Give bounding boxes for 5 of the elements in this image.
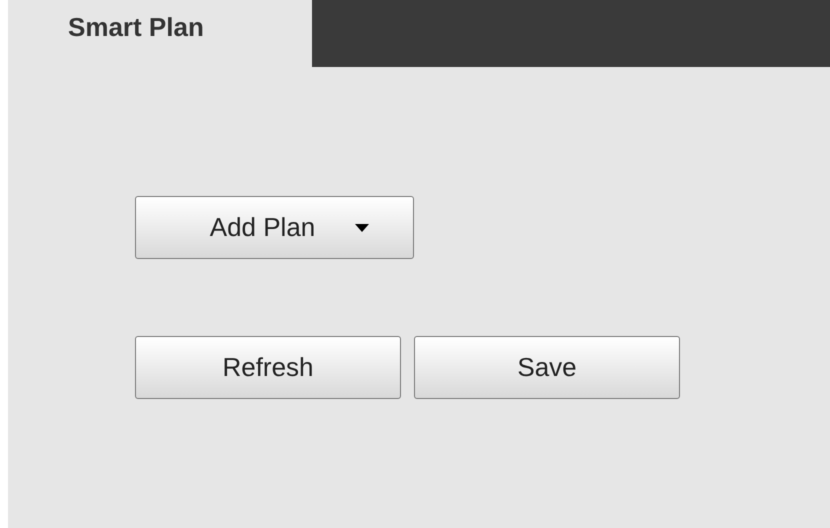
action-button[interactable]: Save [414,336,680,399]
caret-icon [355,224,370,232]
action-button[interactable]: Refresh [135,336,401,399]
tab[interactable]: Smart Plan [8,0,312,67]
add-plan-dropdown[interactable]: Add Plan [135,196,414,259]
